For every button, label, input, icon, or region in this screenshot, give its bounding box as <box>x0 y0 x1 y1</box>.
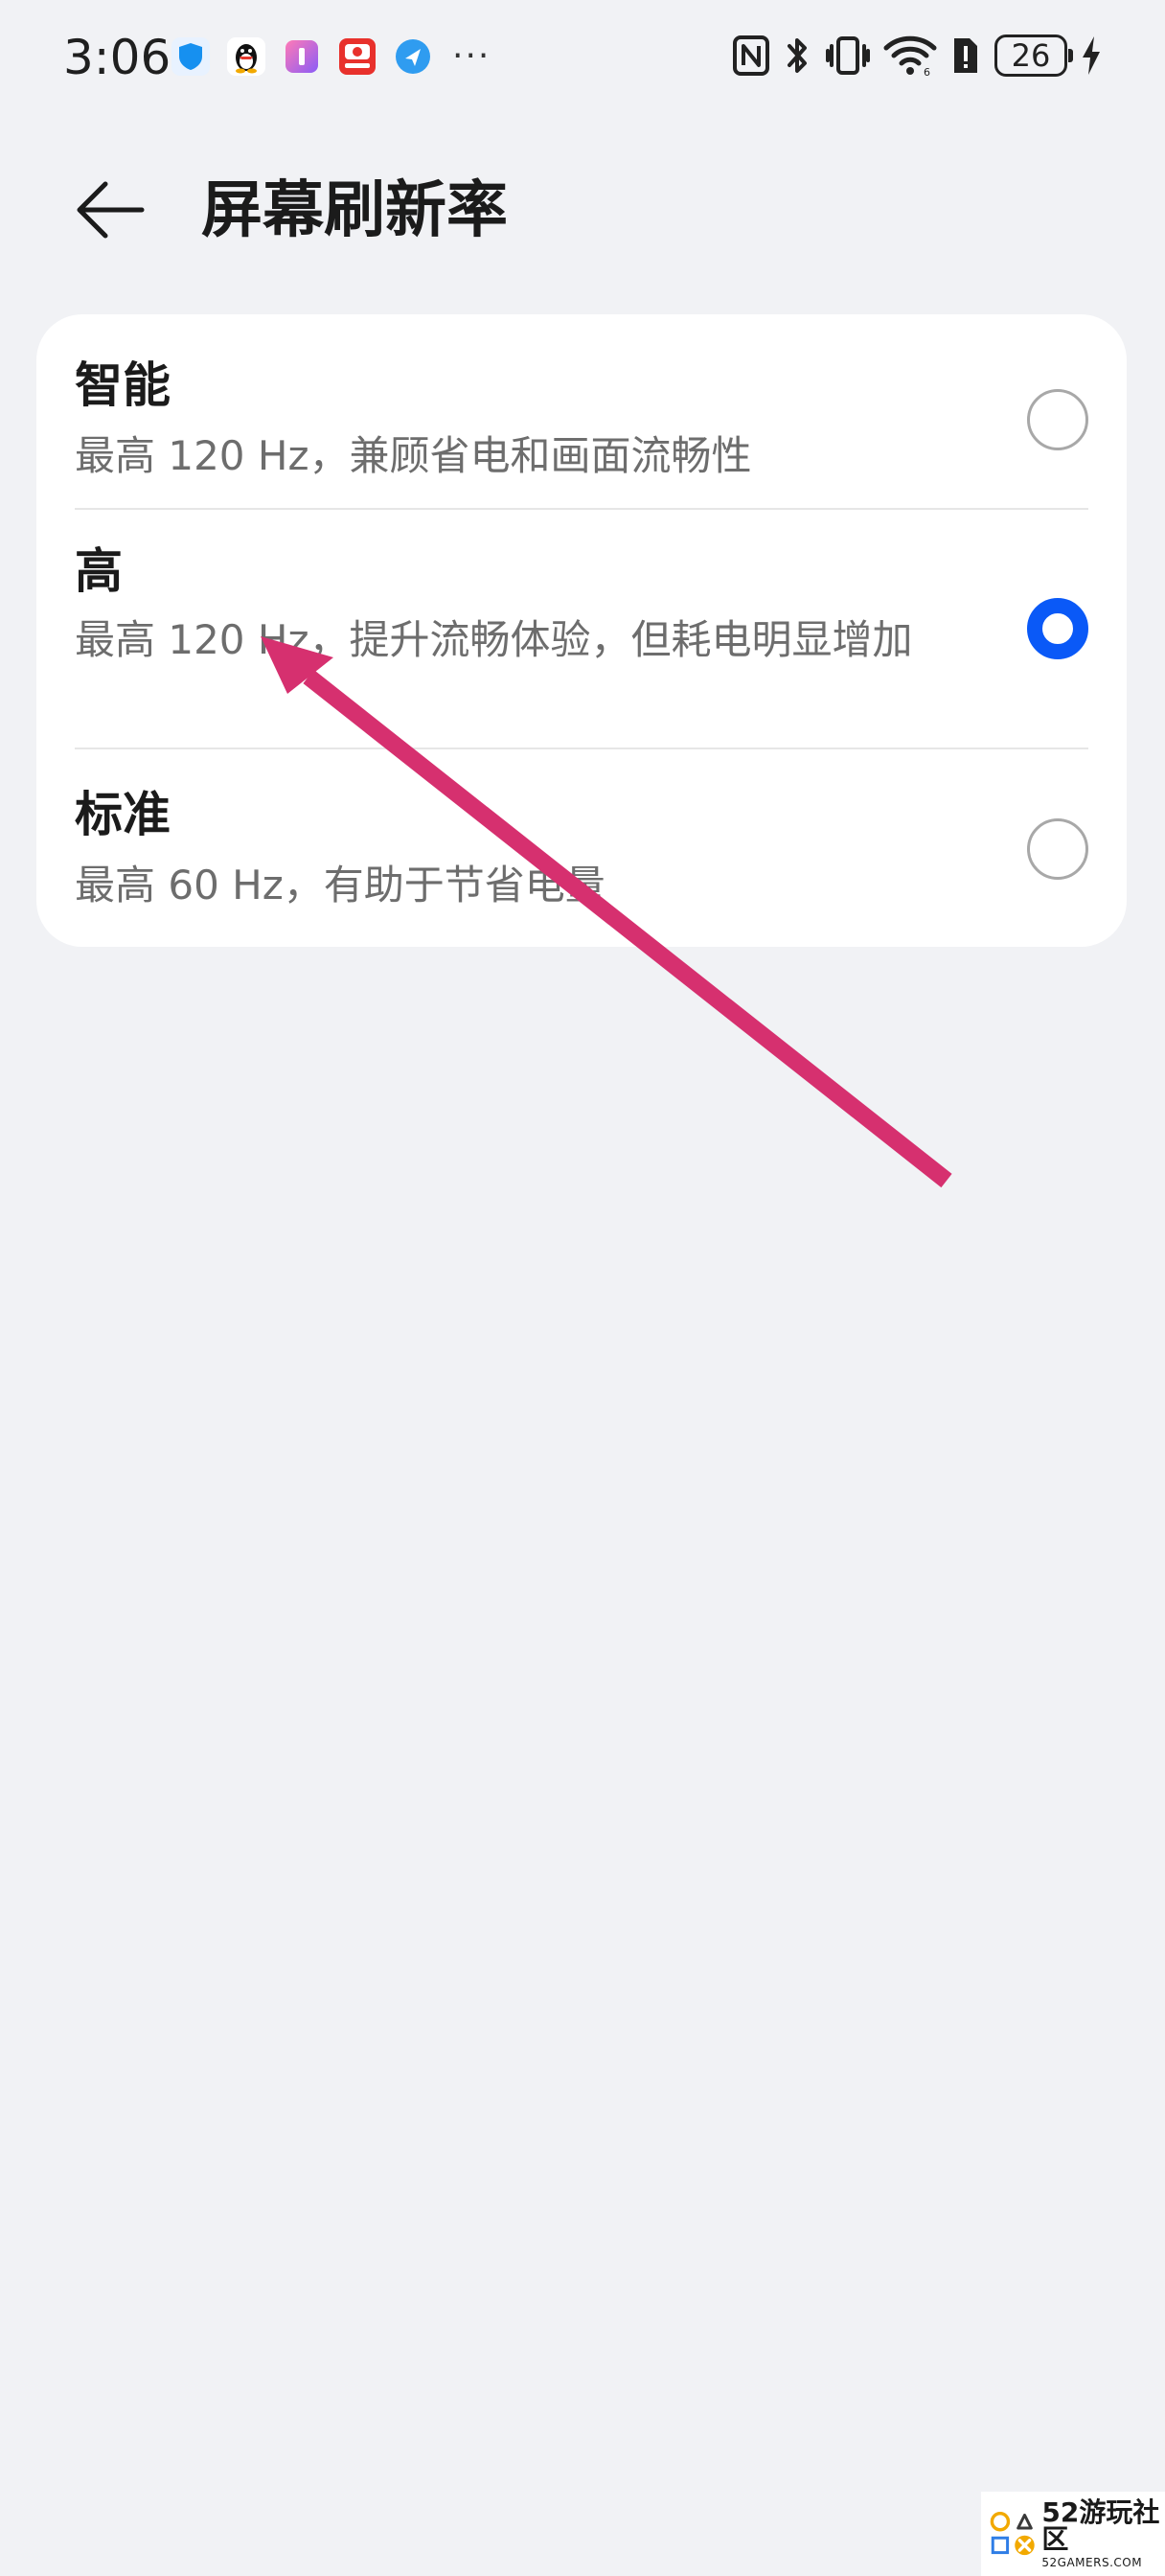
option-title: 智能 <box>75 357 171 413</box>
back-arrow-icon[interactable] <box>69 169 151 251</box>
qq-penguin-icon <box>227 37 265 76</box>
bluetooth-icon <box>788 38 807 73</box>
option-title: 标准 <box>75 787 171 842</box>
page-header: 屏幕刷新率 <box>0 153 1165 249</box>
vibrate-icon <box>826 36 870 75</box>
option-standard[interactable]: 标准 最高 60 Hz，有助于节省电量 <box>36 749 1127 947</box>
wifi-icon: 6 <box>883 35 937 77</box>
status-time: 3:06 <box>63 30 171 85</box>
watermark-url: 52GAMERS.COM <box>1041 2556 1143 2569</box>
system-icons: 6 26 <box>732 34 1102 77</box>
red-app-icon <box>339 38 376 75</box>
svg-text:6: 6 <box>924 66 930 77</box>
battery-level: 26 <box>1011 37 1051 74</box>
refresh-rate-options-card: 智能 最高 120 Hz，兼顾省电和画面流畅性 高 最高 120 Hz，提升流畅… <box>36 314 1127 947</box>
radio-high-selected[interactable] <box>1027 598 1088 659</box>
option-high[interactable]: 高 最高 120 Hz，提升流畅体验，但耗电明显增加 <box>36 510 1127 748</box>
charging-icon <box>1083 36 1100 75</box>
notification-icons: ··· <box>171 36 491 77</box>
option-description: 最高 120 Hz，兼顾省电和画面流畅性 <box>75 432 752 479</box>
status-bar: 3:06 ··· 6 26 <box>0 0 1165 115</box>
page-title: 屏幕刷新率 <box>201 175 508 246</box>
blue-circle-app-icon <box>396 39 430 74</box>
more-notifications-indicator: ··· <box>452 36 491 76</box>
battery-icon: 26 <box>994 34 1073 77</box>
option-title: 高 <box>75 543 123 599</box>
radio-standard[interactable] <box>1027 818 1088 880</box>
gradient-app-icon <box>286 40 318 73</box>
gamepad-symbols-logo-icon <box>990 2512 1035 2556</box>
option-smart[interactable]: 智能 最高 120 Hz，兼顾省电和画面流畅性 <box>36 314 1127 508</box>
option-description: 最高 60 Hz，有助于节省电量 <box>75 862 605 908</box>
watermark-text: 52游玩社区 52GAMERS.COM <box>1041 2496 1165 2569</box>
watermark-name: 52游玩社区 <box>1041 2496 1160 2555</box>
radio-smart[interactable] <box>1027 389 1088 450</box>
option-description: 最高 120 Hz，提升流畅体验，但耗电明显增加 <box>75 616 913 663</box>
shield-app-icon <box>171 37 210 76</box>
sim-alert-icon <box>954 38 977 73</box>
nfc-icon <box>733 35 769 76</box>
watermark: 52游玩社区 52GAMERS.COM <box>981 2492 1165 2576</box>
